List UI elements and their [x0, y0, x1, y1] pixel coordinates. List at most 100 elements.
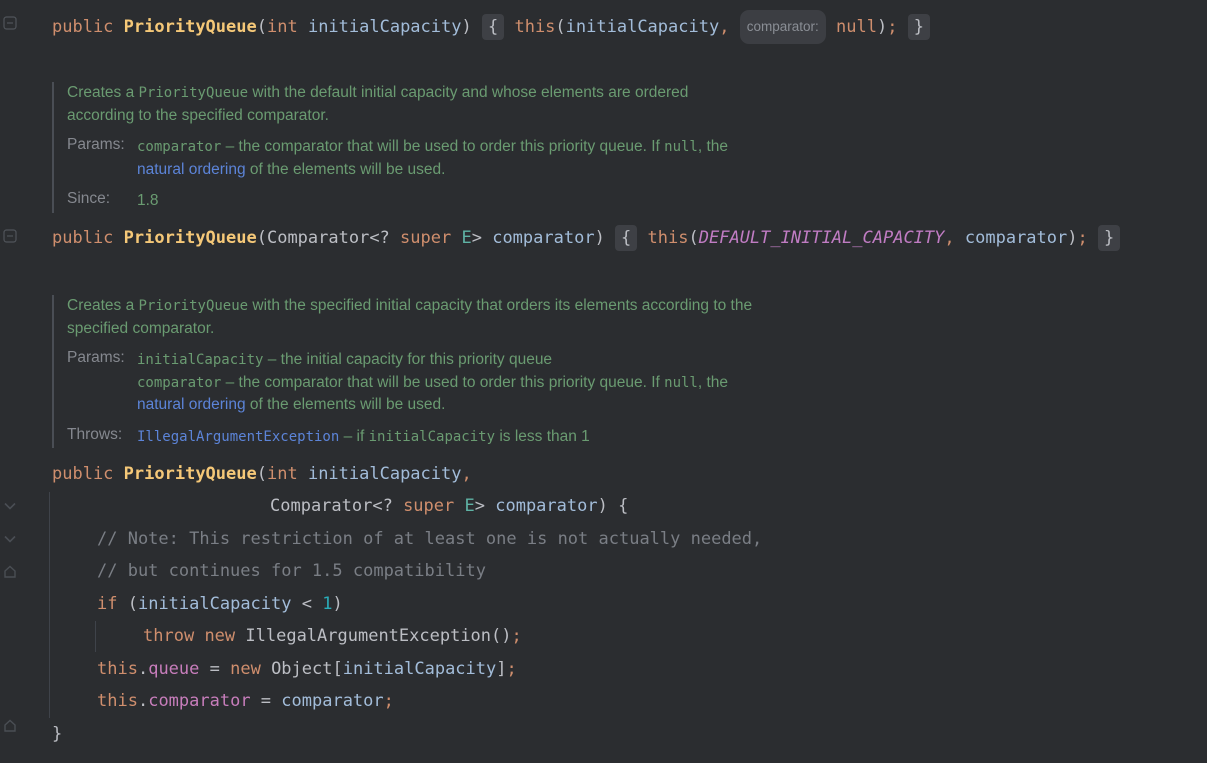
code-text-token: > [472, 228, 492, 248]
doc-text-run: of the elements will be used. [246, 161, 446, 178]
parameter-token: initialCapacity [308, 464, 462, 484]
code-text-token [504, 17, 514, 37]
doc-line: IllegalArgumentException – if initialCap… [137, 426, 590, 449]
doc-inline-code: initialCapacity [137, 352, 263, 368]
fold-collapse-icon[interactable] [3, 16, 17, 30]
parameter-token: comparator [965, 228, 1067, 248]
code-text-token: ] [496, 659, 506, 679]
code-text-token [298, 17, 308, 37]
code-text-token: Comparator<? [270, 496, 403, 516]
doc-text-run: with the default initial capacity and wh… [248, 84, 688, 101]
code-text-token: = [199, 659, 230, 679]
code-line[interactable]: } [52, 718, 62, 750]
doc-line: comparator – the comparator that will be… [137, 136, 728, 159]
doc-line: specified comparator. [67, 318, 752, 341]
doc-line: natural ordering of the elements will be… [137, 159, 728, 182]
type-parameter-token: E [461, 228, 471, 248]
punctuation-token: ; [512, 626, 522, 646]
parameter-token: initialCapacity [308, 17, 462, 37]
code-text-token: ( [117, 594, 137, 614]
punctuation-token: , [719, 17, 729, 37]
doc-section-label: Params: [67, 136, 137, 181]
punctuation-token: , [944, 228, 954, 248]
code-text-token: ) { [598, 496, 629, 516]
comment-token: // but continues for 1.5 compatibility [97, 561, 486, 581]
javadoc-since: Since:1.8 [67, 190, 728, 213]
doc-section-label: Since: [67, 190, 137, 213]
fold-end-icon[interactable] [3, 565, 17, 579]
code-text-token [454, 496, 464, 516]
code-text-token: ( [257, 464, 267, 484]
code-text-token [1088, 228, 1098, 248]
keyword-token: new [204, 626, 235, 646]
parameter-token: initialCapacity [343, 659, 497, 679]
fold-chevron-down-icon[interactable] [3, 532, 17, 546]
code-text-token: Object[ [261, 659, 343, 679]
doc-text-run: of the elements will be used. [246, 396, 446, 413]
doc-text-run: – the comparator that will be used to or… [221, 374, 664, 391]
doc-exception-link[interactable]: IllegalArgumentException [137, 429, 339, 445]
doc-text-run: , the [698, 374, 728, 391]
doc-line: according to the specified comparator. [67, 105, 688, 128]
punctuation-token: ; [887, 17, 897, 37]
parameter-token: initialCapacity [138, 594, 292, 614]
folded-brace[interactable]: } [1098, 225, 1120, 251]
doc-text-run: 1.8 [137, 192, 159, 209]
punctuation-token: ; [384, 691, 394, 711]
code-text-token: ( [689, 228, 699, 248]
parameter-token: comparator [492, 228, 594, 248]
code-text-token [113, 464, 123, 484]
keyword-token: int [267, 464, 298, 484]
doc-link[interactable]: natural ordering [137, 161, 246, 178]
javadoc-params: Params:initialCapacity – the initial cap… [67, 349, 752, 417]
keyword-token: public [52, 228, 113, 248]
code-text-token [729, 17, 739, 37]
javadoc-params: Params:comparator – the comparator that … [67, 136, 728, 181]
code-line[interactable]: throw new IllegalArgumentException(); [143, 620, 522, 652]
code-text-token: (Comparator<? [257, 228, 400, 248]
punctuation-token: , [461, 464, 471, 484]
doc-link[interactable]: natural ordering [137, 396, 246, 413]
fold-chevron-down-icon[interactable] [3, 499, 17, 513]
code-line[interactable]: public PriorityQueue(int initialCapacity… [52, 10, 930, 44]
code-line[interactable]: if (initialCapacity < 1) [97, 588, 343, 620]
fold-end-icon[interactable] [3, 719, 17, 733]
javadoc-description: Creates a PriorityQueue with the specifi… [67, 295, 752, 340]
doc-inline-code: comparator [137, 139, 221, 155]
method-name-token: PriorityQueue [124, 464, 257, 484]
doc-text-run: Creates a [67, 84, 139, 101]
doc-text-run: Creates a [67, 297, 139, 314]
code-line[interactable]: public PriorityQueue(Comparator<? super … [52, 222, 1120, 254]
code-text-token: ) [1067, 228, 1077, 248]
code-line[interactable]: this.comparator = comparator; [97, 685, 394, 717]
code-line[interactable]: // Note: This restriction of at least on… [97, 523, 762, 555]
doc-text-run: according to the specified comparator. [67, 107, 329, 124]
punctuation-token: ; [1078, 228, 1088, 248]
doc-text-run: with the specified initial capacity that… [248, 297, 752, 314]
doc-text-run: specified comparator. [67, 320, 214, 337]
code-line[interactable]: // but continues for 1.5 compatibility [97, 555, 486, 587]
folded-brace[interactable]: } [908, 14, 930, 40]
code-text-token [955, 228, 965, 248]
code-line[interactable]: public PriorityQueue(int initialCapacity… [52, 458, 472, 490]
code-text-token [113, 17, 123, 37]
constant-token: DEFAULT_INITIAL_CAPACITY [699, 228, 945, 248]
doc-inline-code: comparator [137, 375, 221, 391]
keyword-token: throw [143, 626, 194, 646]
fold-collapse-icon[interactable] [3, 229, 17, 243]
code-text-token [194, 626, 204, 646]
code-editor[interactable]: public PriorityQueue(int initialCapacity… [0, 0, 1207, 763]
code-text-token: = [251, 691, 282, 711]
folded-brace[interactable]: { [615, 225, 637, 251]
doc-text-run: is less than 1 [495, 428, 590, 445]
doc-line: comparator – the comparator that will be… [137, 372, 728, 395]
code-line[interactable]: Comparator<? super E> comparator) { [270, 490, 628, 522]
doc-section-label: Params: [67, 349, 137, 417]
doc-line: 1.8 [137, 190, 159, 213]
keyword-token: this [97, 659, 138, 679]
code-line[interactable]: this.queue = new Object[initialCapacity]… [97, 653, 517, 685]
folded-brace[interactable]: { [482, 14, 504, 40]
javadoc-throws: Throws:IllegalArgumentException – if ini… [67, 426, 752, 449]
keyword-token: new [230, 659, 261, 679]
code-text-token: ) [595, 228, 615, 248]
